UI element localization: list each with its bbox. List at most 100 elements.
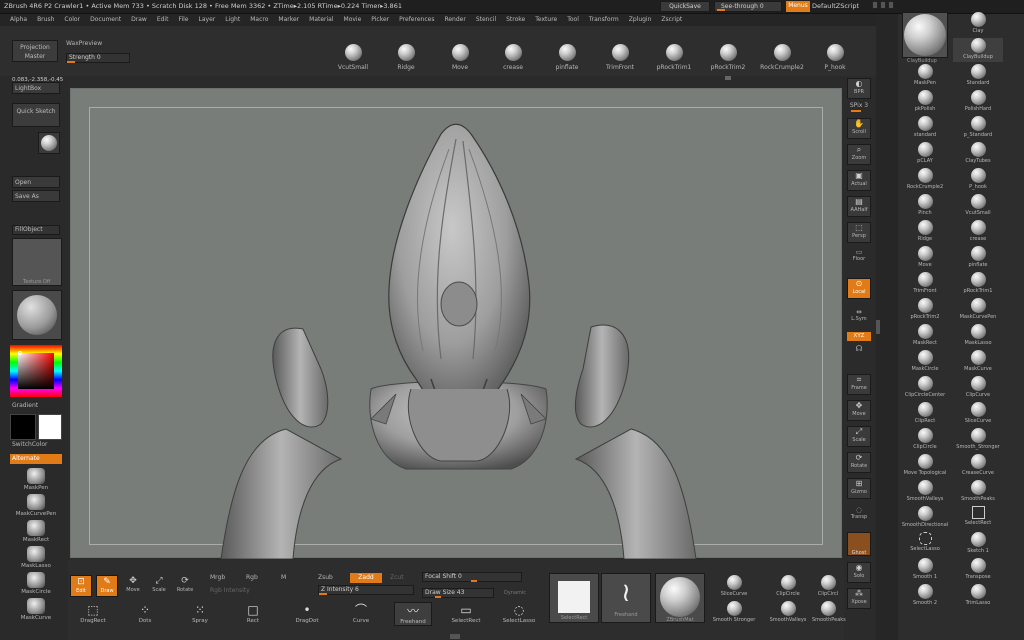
rgb-intensity-slider[interactable]: Rgb Intensity [210,587,250,594]
rgb-button[interactable]: Rgb [246,574,258,581]
stroke-rect[interactable]: □ Rect [234,602,272,624]
default-zscript-button[interactable]: DefaultZScript [812,2,859,10]
panel-brush-selectlasso[interactable]: SelectLasso [900,532,950,552]
left-brush-maskcircle[interactable]: MaskCircle [14,572,58,595]
scroll-button[interactable]: ✋ Scroll [847,118,871,139]
panel-brush-crease[interactable]: crease [953,220,1003,242]
solo-button[interactable]: ◉ Solo [847,562,871,583]
fill-object-button[interactable]: FillObject [12,225,60,235]
bottom-brush-smoothpeaks[interactable]: SmoothPeaks [812,601,846,623]
panel-brush-standard-lower[interactable]: standard [900,116,950,138]
quick-sketch-button[interactable]: Quick Sketch [12,103,60,127]
projection-master-button[interactable]: Projection Master [12,40,58,62]
current-material-thumb[interactable]: ZBrushMat [655,573,705,623]
stroke-spray[interactable]: ⁙ Spray [181,602,219,624]
panel-brush-maskcurve[interactable]: MaskCurve [953,350,1003,372]
menu-document[interactable]: Document [90,14,121,26]
panel-brush-maskcurvepen[interactable]: MaskCurvePen [953,298,1003,320]
document-canvas[interactable] [70,88,843,559]
bottom-brush-slicecurve[interactable]: SliceCurve [712,575,756,597]
menus-button[interactable]: Menus [786,1,810,12]
panel-brush-maskcircle[interactable]: MaskCircle [900,350,950,372]
panel-brush-masklasso[interactable]: MaskLasso [953,324,1003,346]
menu-brush[interactable]: Brush [37,14,54,26]
local-button[interactable]: ⊙ Local [847,278,871,299]
panel-brush-smoothdirectional[interactable]: SmoothDirectional [900,506,950,528]
left-brush-maskpen[interactable]: MaskPen [14,468,58,491]
stroke-curve[interactable]: ⌒ Curve [342,602,380,624]
texture-slot[interactable]: Texture Off [12,238,62,286]
move-view-button[interactable]: ✥ Move [847,400,871,421]
scale-mode-button[interactable]: ⤢ Scale [148,575,170,597]
menu-draw[interactable]: Draw [131,14,147,26]
color-saturation-square[interactable] [18,353,54,389]
brush-move[interactable]: Move [438,44,482,71]
panel-brush-vcutsmall[interactable]: VcutSmall [953,194,1003,216]
floor-button[interactable]: ▭ Floor [847,248,871,262]
panel-brush-pkpolish[interactable]: pkPolish [900,90,950,112]
sculpt-model[interactable] [71,89,843,559]
tool-sphere-button[interactable] [38,132,60,154]
wax-preview-button[interactable]: WaxPreview [66,40,102,47]
main-color-swatch[interactable] [10,414,36,440]
close-icon[interactable] [888,1,894,9]
spix-slider[interactable]: SPix 3 [847,102,871,109]
panel-brush-trimfront[interactable]: TrimFront [900,272,950,294]
stroke-dragrect[interactable]: ⬚ DragRect [74,602,112,624]
menu-alpha[interactable]: Alpha [10,14,27,26]
color-picker[interactable] [10,345,62,397]
edit-mode-button[interactable]: ⊡ Edit [70,575,92,597]
stroke-selectrect[interactable]: ▭ SelectRect [447,602,485,624]
strength-slider[interactable]: Strength 0 [66,53,130,63]
panel-brush-trimlasso[interactable]: TrimLasso [953,584,1003,606]
panel-brush-smooth1[interactable]: Smooth 1 [900,558,950,580]
panel-brush-clipcurve[interactable]: ClipCurve [953,376,1003,398]
save-as-button[interactable]: Save As [12,190,60,202]
mrgb-button[interactable]: Mrgb [210,574,225,581]
left-brush-maskrect[interactable]: MaskRect [14,520,58,543]
gradient-button[interactable]: Gradient [12,402,38,409]
persp-button[interactable]: ⬚ Persp [847,222,871,243]
panel-brush-slicecurve[interactable]: SliceCurve [953,402,1003,424]
menu-texture[interactable]: Texture [535,14,557,26]
bottom-brush-smoothvalleys[interactable]: SmoothValleys [766,601,810,623]
panel-brush-smooth-stronger[interactable]: Smooth_Stronger [953,428,1003,450]
material-slot[interactable] [12,290,62,340]
minimize-icon[interactable] [872,1,878,9]
lsym-button[interactable]: ⇹ L.Sym [847,308,871,322]
bottom-brush-clipcircl[interactable]: ClipCircl [812,575,844,597]
menu-movie[interactable]: Movie [344,14,362,26]
panel-brush-transpose[interactable]: Transpose [953,558,1003,580]
m-button[interactable]: M [281,574,286,581]
zoom-button[interactable]: ⌕ Zoom [847,144,871,165]
rotate-axis-icon[interactable]: ☊ [847,344,871,353]
z-intensity-slider[interactable]: Z Intensity 6 [318,585,414,595]
menu-picker[interactable]: Picker [371,14,389,26]
panel-brush-procktrim1[interactable]: pRockTrim1 [953,272,1003,294]
dynamic-button[interactable]: Dynamic [504,590,526,596]
brush-trimfront[interactable]: TrimFront [598,44,642,71]
focal-shift-slider[interactable]: Focal Shift 0 [422,572,522,582]
menu-material[interactable]: Material [309,14,333,26]
alternate-button[interactable]: Alternate [10,454,62,464]
lightbox-button[interactable]: LightBox [12,82,60,94]
frame-button[interactable]: ⌗ Frame [847,374,871,395]
brush-ridge[interactable]: Ridge [384,44,428,71]
panel-brush-pinch[interactable]: Pinch [900,194,950,216]
panel-brush-pinflate[interactable]: pinflate [953,246,1003,268]
menu-transform[interactable]: Transform [589,14,619,26]
panel-brush-sketch1[interactable]: Sketch 1 [953,532,1003,554]
secondary-color-swatch[interactable] [38,414,62,440]
menu-preferences[interactable]: Preferences [399,14,434,26]
panel-brush-selectrect[interactable]: SelectRect [953,506,1003,526]
brush-procktrim1[interactable]: pRockTrim1 [652,44,696,71]
panel-brush-pclay[interactable]: pCLAY [900,142,950,164]
panel-brush-clipcircle[interactable]: ClipCircle [900,428,950,450]
bpr-button[interactable]: ◐ BPR [847,78,871,99]
left-brush-maskcurvepen[interactable]: MaskCurvePen [14,494,58,517]
panel-brush-smoothvalleys[interactable]: SmoothValleys [900,480,950,502]
rotate-mode-button[interactable]: ⟳ Rotate [174,575,196,597]
maximize-icon[interactable] [880,1,886,9]
bottom-brush-smooth-stronger[interactable]: Smooth Stronger [712,601,756,623]
open-button[interactable]: Open [12,176,60,188]
